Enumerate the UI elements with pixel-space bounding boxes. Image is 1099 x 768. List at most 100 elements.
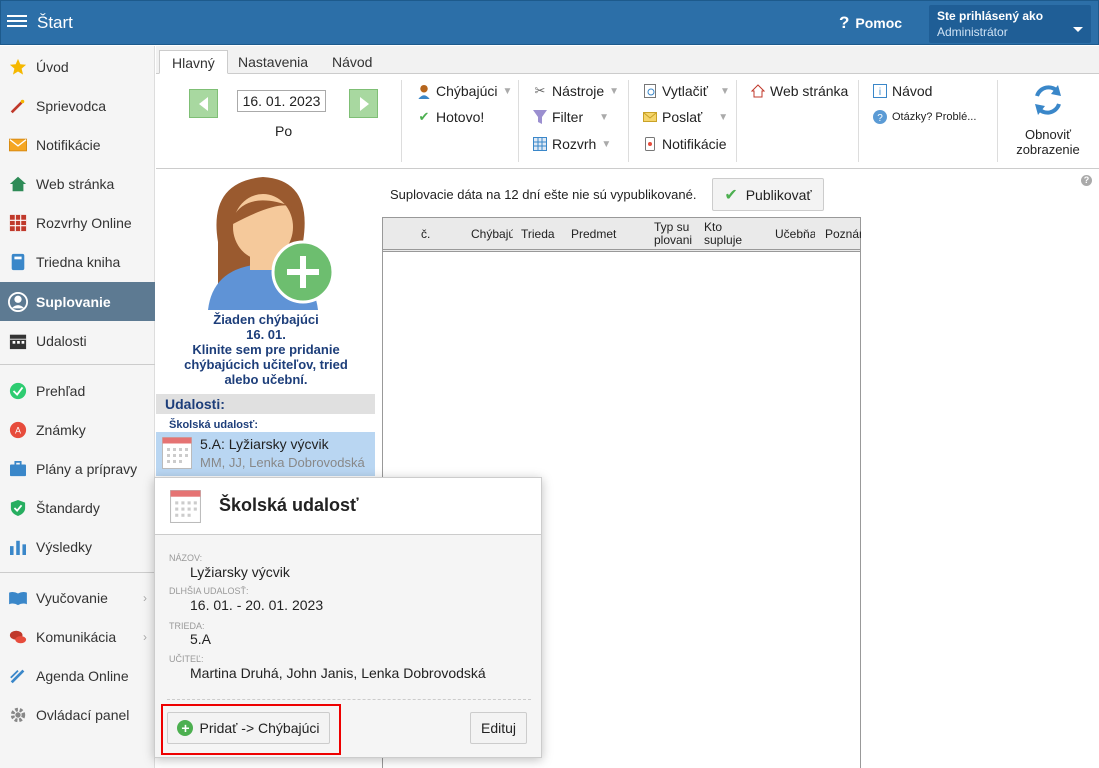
refresh-label-2: zobrazenie bbox=[1016, 142, 1080, 157]
refresh-view-button[interactable]: Obnoviť zobrazenie bbox=[1008, 82, 1088, 157]
print-label: Vytlačiť bbox=[662, 83, 708, 99]
user-menu[interactable]: Ste prihlásený ako Administrátor bbox=[929, 5, 1091, 43]
publish-notice: Suplovacie dáta na 12 dní ešte nie sú vy… bbox=[390, 187, 697, 202]
grades-icon: A bbox=[8, 420, 28, 440]
send-button[interactable]: Poslať ▼ bbox=[642, 107, 728, 127]
absent-label: Chýbajúci bbox=[436, 83, 498, 99]
sidebar-item-agenda[interactable]: Agenda Online bbox=[0, 656, 155, 695]
events-heading: Udalosti: bbox=[156, 394, 375, 414]
sidebar-item-label: Suplovanie bbox=[36, 293, 111, 310]
sidebar-item-notifikacie[interactable]: Notifikácie bbox=[0, 125, 155, 164]
print-button[interactable]: Vytlačiť ▼ bbox=[642, 81, 730, 101]
schedule-label: Rozvrh bbox=[552, 136, 597, 152]
column-header-class[interactable]: Trieda bbox=[521, 228, 561, 241]
column-header-subject[interactable]: Predmet bbox=[571, 228, 631, 241]
add-to-absent-button[interactable]: + Pridať -> Chýbajúci bbox=[167, 712, 330, 744]
previous-day-button[interactable] bbox=[189, 89, 218, 118]
hamburger-menu-icon[interactable] bbox=[7, 12, 27, 32]
checkmark-icon: ✔ bbox=[418, 109, 430, 124]
sidebar-item-vyucovanie[interactable]: Vyučovanie › bbox=[0, 578, 155, 617]
help-label: Pomoc bbox=[855, 15, 903, 31]
ribbon-divider bbox=[628, 80, 629, 162]
edit-button[interactable]: Edituj bbox=[470, 712, 527, 744]
tools-button[interactable]: ✂ Nástroje ▼ bbox=[532, 81, 620, 101]
ribbon-toolbar: Po Chýbajúci ▼ ✔ Hotovo! ✂ Nástroje ▼ Filt… bbox=[156, 74, 1099, 169]
sidebar-item-prehlad[interactable]: Prehľad bbox=[0, 371, 155, 410]
done-label: Hotovo! bbox=[436, 109, 485, 125]
timetable-icon bbox=[8, 213, 28, 233]
sidebar-item-label: Vyučovanie bbox=[36, 589, 108, 606]
web-page-button[interactable]: Web stránka bbox=[750, 81, 848, 101]
top-bar: Štart ? Pomoc Ste prihlásený ako Administ… bbox=[0, 0, 1099, 45]
column-header-type[interactable]: Typ suplovania bbox=[654, 221, 695, 247]
popup-divider bbox=[167, 699, 531, 700]
column-header-room[interactable]: Učebňa bbox=[775, 228, 815, 241]
sidebar-item-label: Komunikácia bbox=[36, 628, 117, 645]
sidebar-item-label: Notifikácie bbox=[36, 136, 101, 153]
column-header-absent[interactable]: Chýbajúci bbox=[471, 228, 513, 241]
sidebar-item-znamky[interactable]: A Známky bbox=[0, 410, 155, 449]
date-field[interactable] bbox=[237, 90, 326, 112]
chevron-right-icon: › bbox=[143, 629, 147, 644]
sidebar-item-web-stranka[interactable]: Web stránka bbox=[0, 164, 155, 203]
sidebar-item-label: Triedna kniha bbox=[36, 253, 121, 270]
help-button[interactable]: ? Pomoc bbox=[839, 13, 902, 33]
tools-label: Nástroje bbox=[552, 83, 605, 99]
field-label-longer: DLHŠIA UDALOSŤ: bbox=[169, 586, 249, 596]
sidebar: Úvod Sprievodca Notifikácie Web stránka … bbox=[0, 46, 155, 768]
ribbon-divider bbox=[401, 80, 402, 162]
sidebar-item-plany[interactable]: Plány a prípravy bbox=[0, 449, 155, 488]
bar-chart-icon bbox=[8, 537, 28, 557]
field-value-class: 5.A bbox=[190, 631, 212, 647]
field-value-name: Lyžiarsky výcvik bbox=[190, 564, 290, 580]
dropdown-arrow-icon: ▼ bbox=[599, 111, 610, 123]
sidebar-item-standardy[interactable]: Štandardy bbox=[0, 488, 155, 527]
column-header-number[interactable]: č. bbox=[421, 228, 441, 241]
sidebar-item-suplovanie[interactable]: Suplovanie bbox=[0, 282, 155, 321]
notifications-button[interactable]: Notifikácie bbox=[642, 134, 727, 154]
column-header-substitute[interactable]: Kto supluje bbox=[704, 221, 754, 247]
event-list-item[interactable]: 5.A: Lyžiarsky výcvik MM, JJ, Lenka Dobr… bbox=[156, 432, 375, 476]
column-header-note[interactable]: Poznámka bbox=[825, 228, 861, 241]
add-absent-card[interactable]: Žiaden chýbajúci 16. 01. Klinite sem pre… bbox=[156, 170, 376, 390]
house-icon bbox=[750, 83, 766, 99]
sidebar-item-label: Ovládací panel bbox=[36, 706, 130, 723]
sidebar-item-label: Úvod bbox=[36, 58, 69, 75]
sidebar-item-rozvrhy[interactable]: Rozvrhy Online bbox=[0, 203, 155, 242]
web-page-label: Web stránka bbox=[770, 83, 849, 99]
popup-header: Školská udalosť bbox=[155, 478, 541, 535]
guide-button[interactable]: i Návod bbox=[872, 81, 932, 101]
questions-button[interactable]: ? Otázky? Problé... bbox=[872, 107, 976, 127]
sidebar-item-sprievodca[interactable]: Sprievodca bbox=[0, 86, 155, 125]
publish-button[interactable]: ✔ Publikovať bbox=[712, 178, 824, 211]
sidebar-item-uvod[interactable]: Úvod bbox=[0, 47, 155, 86]
sidebar-item-triedna-kniha[interactable]: Triedna kniha bbox=[0, 242, 155, 281]
sidebar-item-label: Agenda Online bbox=[36, 667, 129, 684]
help-question-icon[interactable]: ? bbox=[1081, 175, 1092, 186]
next-day-button[interactable] bbox=[349, 89, 378, 118]
events-subheading: Školská udalosť: bbox=[169, 419, 259, 431]
app-title[interactable]: Štart bbox=[37, 13, 73, 33]
sidebar-item-ovladaci-panel[interactable]: Ovládací panel bbox=[0, 695, 155, 734]
person-icon bbox=[416, 83, 432, 99]
teacher-avatar-icon bbox=[208, 177, 335, 310]
chat-icon bbox=[8, 627, 28, 647]
questions-label: Otázky? Problé... bbox=[892, 111, 977, 123]
filter-button[interactable]: Filter ▼ bbox=[532, 107, 609, 127]
done-button[interactable]: ✔ Hotovo! bbox=[416, 107, 485, 127]
tab-hlavny[interactable]: Hlavný bbox=[159, 50, 228, 74]
refresh-label-1: Obnoviť bbox=[1024, 127, 1072, 142]
schedule-button[interactable]: Rozvrh ▼ bbox=[532, 134, 611, 154]
absent-line-3: Klinite sem pre pridanie bbox=[192, 342, 340, 357]
day-label: Po bbox=[275, 123, 293, 139]
sidebar-item-udalosti[interactable]: Udalosti bbox=[0, 321, 155, 360]
tab-navod[interactable]: Návod bbox=[320, 50, 384, 74]
ribbon-divider bbox=[997, 80, 998, 162]
user-label: Ste prihlásený ako bbox=[937, 9, 1044, 23]
absent-button[interactable]: Chýbajúci ▼ bbox=[416, 81, 512, 101]
tab-nastavenia[interactable]: Nastavenia bbox=[226, 50, 320, 74]
sidebar-item-komunikacia[interactable]: Komunikácia › bbox=[0, 617, 155, 656]
book-icon bbox=[8, 252, 28, 272]
calendar-icon bbox=[8, 331, 28, 351]
sidebar-item-vysledky[interactable]: Výsledky bbox=[0, 527, 155, 566]
